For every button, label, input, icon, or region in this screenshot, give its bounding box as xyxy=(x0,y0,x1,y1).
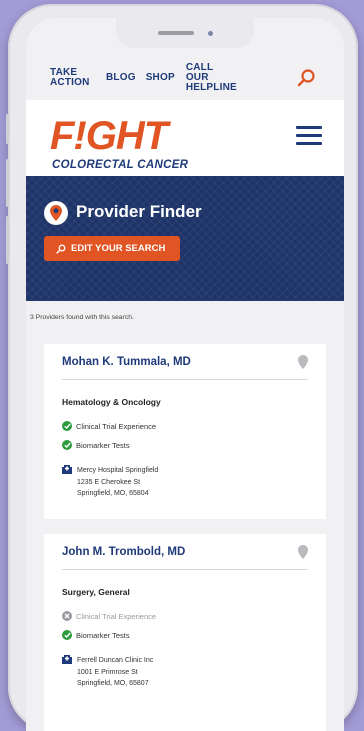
logo-bar: F!GHT COLORECTAL CANCER xyxy=(26,100,344,176)
provider-card[interactable]: Mohan K. Tummala, MD Hematology & Oncolo… xyxy=(44,344,326,519)
feature-clinical-trial: Clinical Trial Experience xyxy=(62,611,156,621)
check-icon xyxy=(62,421,72,431)
provider-card[interactable]: John M. Trombold, MD Surgery, General Cl… xyxy=(44,534,326,731)
provider-name[interactable]: John M. Trombold, MD xyxy=(62,546,185,558)
edit-search-label: EDIT YOUR SEARCH xyxy=(71,243,166,254)
map-pin-icon[interactable] xyxy=(298,355,308,369)
site-logo[interactable]: F!GHT xyxy=(50,116,168,156)
utility-nav: TAKE ACTION BLOG SHOP CALL OUR HELPLINE xyxy=(26,56,344,100)
feature-biomarker: Biomarker Tests xyxy=(62,440,130,450)
feature-label: Biomarker Tests xyxy=(76,630,130,640)
map-pin-icon[interactable] xyxy=(298,545,308,559)
location-street: 1001 E Primrose St xyxy=(77,668,138,676)
site-logo-subtitle: COLORECTAL CANCER xyxy=(52,159,189,171)
feature-clinical-trial: Clinical Trial Experience xyxy=(62,421,156,431)
phone-side-button xyxy=(6,216,9,264)
phone-side-button xyxy=(6,159,9,207)
feature-label: Clinical Trial Experience xyxy=(76,421,157,431)
phone-screen: TAKE ACTION BLOG SHOP CALL OUR HELPLINE … xyxy=(26,18,344,731)
close-icon xyxy=(62,611,72,621)
phone-notch xyxy=(116,18,254,48)
feature-label: Clinical Trial Experience xyxy=(76,611,157,621)
location-street: 1235 E Cherokee St xyxy=(77,478,141,486)
divider xyxy=(62,379,308,380)
location-name: Ferrell Duncan Clinic Inc xyxy=(77,657,154,664)
hospital-icon xyxy=(62,655,72,664)
feature-label: Biomarker Tests xyxy=(76,440,130,450)
nav-call-helpline[interactable]: CALL OUR HELPLINE xyxy=(186,63,237,93)
provider-location: Mercy Hospital Springfield 1235 E Cherok… xyxy=(62,465,158,500)
location-city: Springfield, MO, 65804 xyxy=(77,490,149,497)
hospital-icon xyxy=(62,465,72,474)
divider xyxy=(62,569,308,570)
search-icon xyxy=(56,244,66,254)
edit-search-button[interactable]: EDIT YOUR SEARCH xyxy=(44,236,180,261)
provider-name[interactable]: Mohan K. Tummala, MD xyxy=(62,356,191,368)
speaker-grille xyxy=(157,31,194,35)
provider-finder-hero: Provider Finder EDIT YOUR SEARCH xyxy=(26,176,344,301)
location-city: Springfield, MO, 65807 xyxy=(77,680,149,687)
results-count: 3 Providers found with this search. xyxy=(30,314,134,321)
check-icon xyxy=(62,440,72,450)
nav-take-action[interactable]: TAKE ACTION xyxy=(50,68,98,88)
nav-shop[interactable]: SHOP xyxy=(146,73,175,83)
location-pin-icon xyxy=(44,201,68,225)
provider-specialty: Surgery, General xyxy=(62,587,130,597)
phone-side-button xyxy=(6,114,9,144)
provider-location: Ferrell Duncan Clinic Inc 1001 E Primros… xyxy=(62,655,153,690)
check-icon xyxy=(62,630,72,640)
page-title: Provider Finder xyxy=(76,202,202,221)
nav-blog[interactable]: BLOG xyxy=(106,73,136,83)
menu-icon[interactable] xyxy=(296,126,322,148)
location-name: Mercy Hospital Springfield xyxy=(77,467,159,474)
camera-dot xyxy=(207,30,213,36)
feature-biomarker: Biomarker Tests xyxy=(62,630,130,640)
search-icon[interactable] xyxy=(296,68,316,88)
provider-specialty: Hematology & Oncology xyxy=(62,397,161,407)
